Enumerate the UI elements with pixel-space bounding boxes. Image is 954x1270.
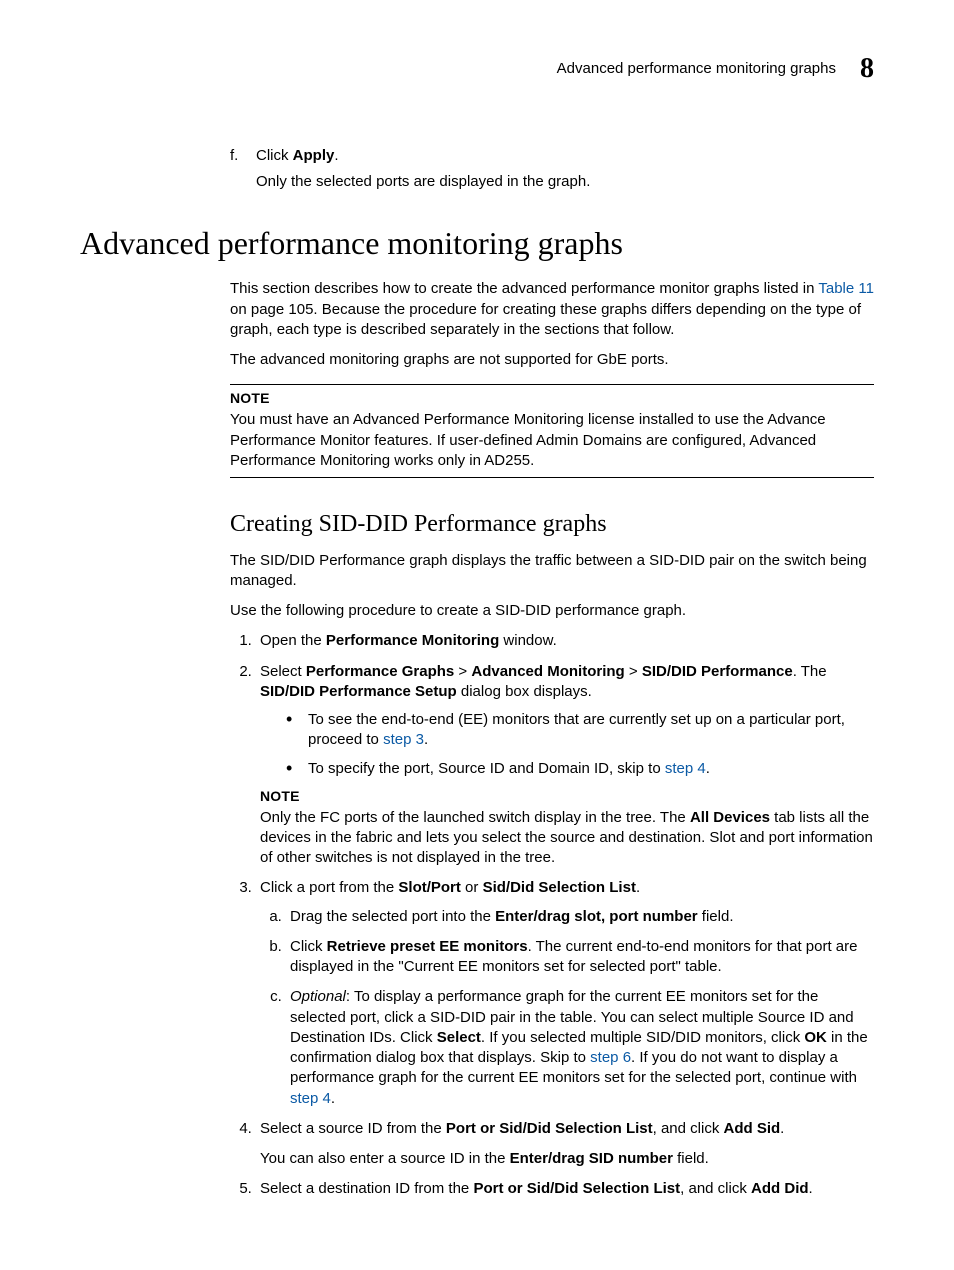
list-marker-f: f. xyxy=(230,146,256,166)
step-3a: Drag the selected port into the Enter/dr… xyxy=(286,907,874,927)
bullet-specify-port: To specify the port, Source ID and Domai… xyxy=(286,759,874,779)
step-1: Open the Performance Monitoring window. xyxy=(256,631,874,651)
list-item-f: Click Apply. xyxy=(256,146,339,166)
table-11-link[interactable]: Table 11 xyxy=(818,280,874,297)
step-3-link[interactable]: step 3 xyxy=(383,731,424,748)
note-label-2: NOTE xyxy=(260,787,874,806)
bullet-ee-monitors: To see the end-to-end (EE) monitors that… xyxy=(286,710,874,751)
step-3c: Optional: To display a performance graph… xyxy=(286,987,874,1109)
step-5: Select a destination ID from the Port or… xyxy=(256,1179,874,1199)
note-block-1: NOTE You must have an Advanced Performan… xyxy=(230,384,874,478)
step-6-link[interactable]: step 6 xyxy=(590,1049,631,1066)
intro-block: This section describes how to create the… xyxy=(230,279,874,1199)
note-block-2: NOTE Only the FC ports of the launched s… xyxy=(260,787,874,869)
list-item-f-note: Only the selected ports are displayed in… xyxy=(256,172,874,192)
subsection-heading: Creating SID-DID Performance graphs xyxy=(230,508,874,540)
note-text-2: Only the FC ports of the launched switch… xyxy=(260,808,874,869)
section-heading: Advanced performance monitoring graphs xyxy=(80,222,874,265)
step-3-substeps: Drag the selected port into the Enter/dr… xyxy=(260,907,874,1109)
continuation-block: f. Click Apply. Only the selected ports … xyxy=(230,146,874,193)
step-2: Select Performance Graphs > Advanced Mon… xyxy=(256,662,874,869)
step-4-link-b[interactable]: step 4 xyxy=(290,1090,331,1107)
note-label: NOTE xyxy=(230,389,874,408)
intro-p1: This section describes how to create the… xyxy=(230,279,874,340)
chapter-number: 8 xyxy=(860,50,874,88)
step-4: Select a source ID from the Port or Sid/… xyxy=(256,1119,874,1170)
page-container: Advanced performance monitoring graphs 8… xyxy=(0,0,954,1270)
header-title: Advanced performance monitoring graphs xyxy=(557,59,836,79)
step-2-bullets: To see the end-to-end (EE) monitors that… xyxy=(260,710,874,779)
sid-p2: Use the following procedure to create a … xyxy=(230,601,874,621)
procedure-list: Open the Performance Monitoring window. … xyxy=(230,631,874,1199)
step-3: Click a port from the Slot/Port or Sid/D… xyxy=(256,878,874,1109)
apply-label: Apply xyxy=(293,147,335,164)
running-header: Advanced performance monitoring graphs 8 xyxy=(80,50,874,88)
intro-p2: The advanced monitoring graphs are not s… xyxy=(230,350,874,370)
step-4-note: You can also enter a source ID in the En… xyxy=(260,1149,874,1169)
note-text: You must have an Advanced Performance Mo… xyxy=(230,410,874,471)
step-3b: Click Retrieve preset EE monitors. The c… xyxy=(286,937,874,978)
sid-p1: The SID/DID Performance graph displays t… xyxy=(230,551,874,592)
step-4-link[interactable]: step 4 xyxy=(665,760,706,777)
